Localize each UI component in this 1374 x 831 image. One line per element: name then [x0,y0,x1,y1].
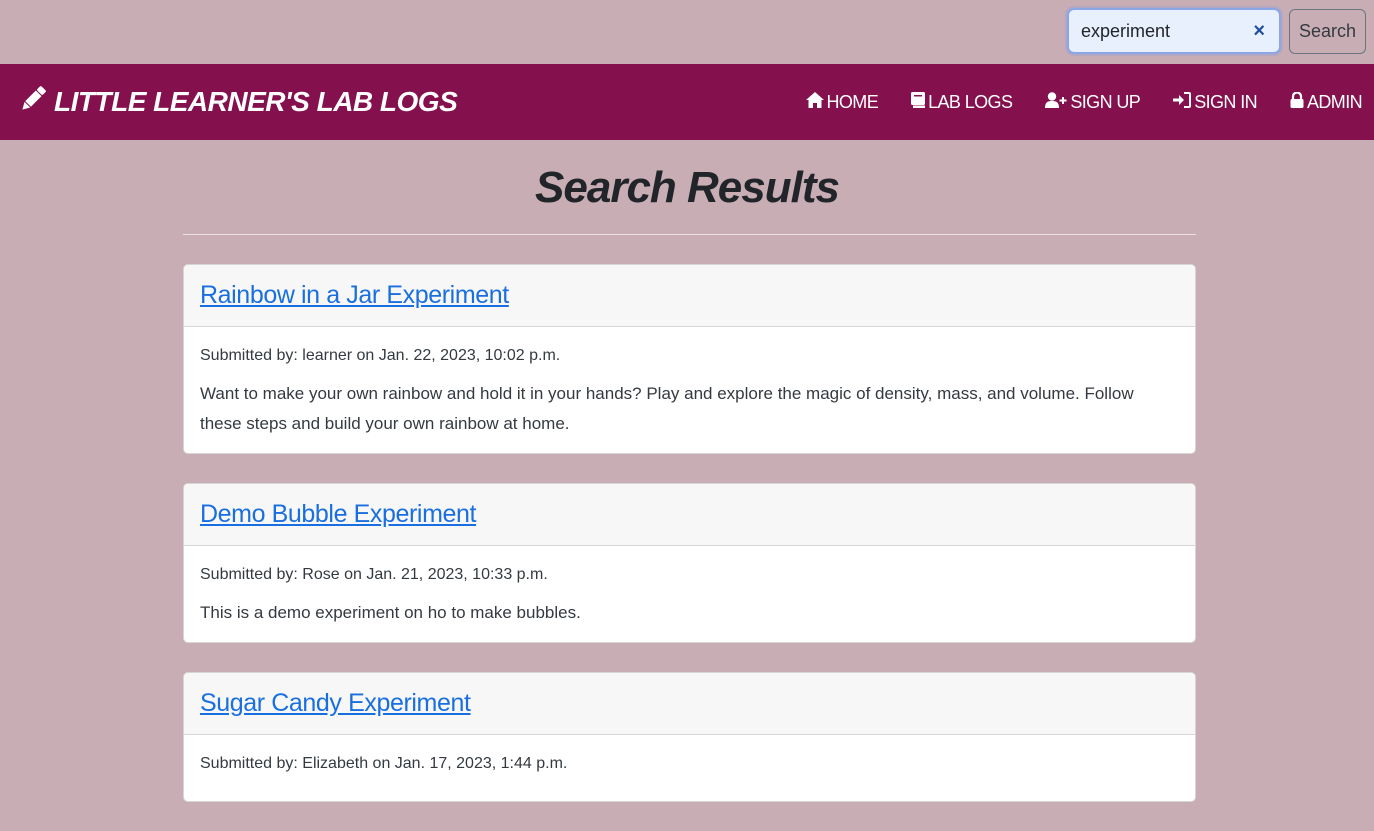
clear-icon[interactable]: × [1253,21,1265,41]
result-title-link[interactable]: Rainbow in a Jar Experiment [200,281,509,310]
card-body: Submitted by: learner on Jan. 22, 2023, … [184,327,1195,453]
brand-title: LITTLE LEARNER'S LAB LOGS [54,86,458,117]
divider [183,234,1196,235]
brand-link[interactable]: LITTLE LEARNER'S LAB LOGS [20,82,458,122]
nav-links: HOME LAB LOGS SIGN UP SIGN IN ADMIN [773,64,1363,140]
card-body: Submitted by: Elizabeth on Jan. 17, 2023… [184,735,1195,801]
nav-admin[interactable]: ADMIN [1290,90,1363,113]
nav-sign-in[interactable]: SIGN IN [1173,91,1258,113]
card-header: Rainbow in a Jar Experiment [184,265,1195,327]
nav-lab-logs[interactable]: LAB LOGS [911,91,1013,113]
sign-in-icon [1173,91,1194,113]
pencil-icon [20,85,54,120]
card-header: Sugar Candy Experiment [184,673,1195,735]
navbar: LITTLE LEARNER'S LAB LOGS HOME LAB LOGS [0,64,1374,140]
nav-sign-up[interactable]: SIGN UP [1045,91,1141,113]
home-icon [805,91,827,113]
book-icon [911,91,928,113]
result-card: Rainbow in a Jar Experiment Submitted by… [183,264,1196,454]
result-meta: Submitted by: learner on Jan. 22, 2023, … [200,347,561,364]
result-meta: Submitted by: Elizabeth on Jan. 17, 2023… [200,755,568,772]
result-meta: Submitted by: Rose on Jan. 21, 2023, 10:… [200,566,548,583]
result-title-link[interactable]: Demo Bubble Experiment [200,500,476,529]
result-title-link[interactable]: Sugar Candy Experiment [200,689,471,718]
search-field[interactable]: × [1067,8,1281,54]
result-card: Sugar Candy Experiment Submitted by: Eli… [183,672,1196,802]
search-bar: × Search [0,0,1374,64]
nav-sign-in-label: SIGN IN [1194,91,1257,112]
user-plus-icon [1045,91,1070,113]
nav-lab-logs-label: LAB LOGS [928,91,1013,112]
search-input[interactable] [1081,20,1241,42]
page-title: Search Results [535,163,840,212]
nav-home[interactable]: HOME [805,91,879,113]
lock-icon [1290,90,1307,113]
card-body: Submitted by: Rose on Jan. 21, 2023, 10:… [184,546,1195,642]
card-header: Demo Bubble Experiment [184,484,1195,546]
search-button[interactable]: Search [1289,9,1366,54]
result-card: Demo Bubble Experiment Submitted by: Ros… [183,483,1196,643]
result-excerpt: Want to make your own rainbow and hold i… [200,384,1134,433]
nav-home-label: HOME [826,91,879,112]
result-excerpt: This is a demo experiment on ho to make … [200,603,581,622]
nav-sign-up-label: SIGN UP [1070,91,1141,112]
results-list: Rainbow in a Jar Experiment Submitted by… [183,264,1196,831]
nav-admin-label: ADMIN [1307,91,1363,112]
